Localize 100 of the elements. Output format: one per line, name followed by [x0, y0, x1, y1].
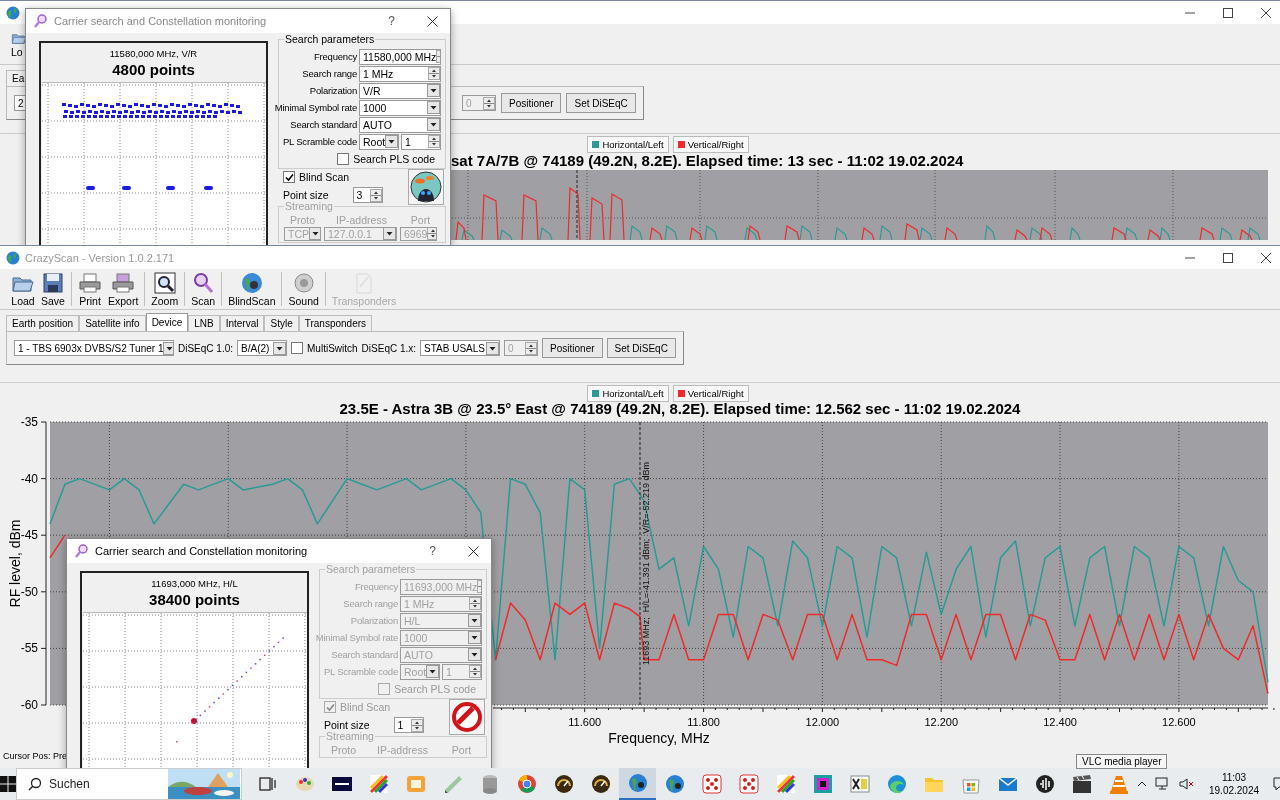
spin-arrows-icon — [469, 597, 481, 611]
spreadsheet-icon — [848, 773, 871, 795]
field-label: Frequency — [354, 581, 398, 593]
toolbar-button[interactable]: Sound — [285, 271, 322, 307]
globe-icon — [663, 773, 686, 795]
close-icon[interactable] — [427, 15, 438, 27]
checkbox[interactable]: Blind Scan — [283, 171, 383, 183]
stop-button[interactable] — [449, 699, 485, 735]
dropdown[interactable]: Root — [359, 133, 399, 150]
globe-icon — [239, 271, 264, 295]
field-label: Search standard — [331, 649, 398, 661]
toolbar-button[interactable]: Export — [105, 271, 142, 307]
clapperboard-icon — [1070, 773, 1093, 795]
dropdown-arrow-icon — [383, 227, 396, 240]
column-header: IP-address — [376, 743, 429, 756]
dropdown[interactable]: STAB USALS — [420, 340, 501, 356]
spin-field[interactable]: 1 MHz — [359, 65, 441, 82]
spin-field[interactable]: 1 — [401, 133, 441, 150]
group-title: Search parameters — [325, 563, 417, 575]
field-label: Frequency — [313, 51, 357, 63]
dropdown[interactable]: AUTO — [359, 116, 441, 133]
field-label: Minimal Symbol rate — [274, 102, 357, 114]
field-label: DiSEqC 1.0: — [178, 342, 234, 354]
tooltip: VLC media player — [1076, 754, 1168, 769]
checkmark-icon — [325, 702, 335, 712]
push-button[interactable]: Set DiSEqC — [566, 93, 636, 113]
blind-scan-button[interactable] — [408, 169, 444, 205]
magnifier-icon — [152, 271, 177, 295]
search-icon — [28, 777, 42, 791]
windows-logo-icon[interactable] — [0, 776, 16, 792]
push-button[interactable]: Set DiSEqC — [606, 338, 676, 358]
legend-item[interactable]: Horizontal/Left — [587, 385, 669, 402]
dropdown-arrow-icon — [163, 341, 173, 355]
axis-title: RF level, dBm — [7, 519, 23, 608]
toolbar-button[interactable]: Print — [75, 271, 105, 307]
status-text: Cursor Pos: Pre — [2, 751, 68, 761]
gauge-icon — [552, 773, 575, 795]
checkbox[interactable]: Search PLS code — [337, 152, 435, 165]
clock[interactable]: 11:03 19.02.2024 — [1209, 771, 1260, 797]
rainbow-icon — [367, 773, 390, 795]
spin-field[interactable]: 3 — [352, 187, 383, 203]
tab[interactable]: Interval — [219, 315, 265, 331]
maximize-icon[interactable] — [1222, 251, 1234, 264]
legend-item[interactable]: Vertical/Right — [672, 385, 749, 402]
spin-arrows-icon — [428, 67, 440, 81]
points-count: 4800 points — [112, 61, 195, 78]
dropdown[interactable]: 1 - TBS 6903x DVBS/S2 Tuner 1 — [14, 340, 174, 356]
dialog-title: Carrier search and Constellation monitoring — [95, 545, 308, 557]
tab[interactable]: Satellite info — [79, 315, 146, 331]
chart-title: sat 7A/7B @ 74189 (49.2N, 8.2E). Elapsed time: 13 sec - 11:02 19.02.2024 — [451, 152, 964, 170]
checkbox[interactable]: MultiSwitch — [291, 342, 358, 354]
field-label: Search standard — [290, 119, 357, 131]
checkmark-icon — [284, 172, 294, 182]
tick-label: -50 — [20, 584, 38, 599]
spin-arrows-icon — [483, 96, 495, 110]
toolbar-button[interactable]: Load — [8, 271, 38, 307]
push-button[interactable]: Positioner — [501, 93, 562, 113]
tick-label: 11.800 — [687, 716, 720, 728]
magnifier-icon — [34, 14, 48, 28]
push-button[interactable]: Positioner — [542, 338, 603, 358]
legend-item[interactable]: Vertical/Right — [672, 136, 749, 153]
legend-label: Horizontal/Left — [602, 388, 664, 399]
spin-arrows-icon — [469, 665, 481, 679]
toolbar-button[interactable]: Scan — [188, 271, 219, 307]
toolbar-button[interactable]: BlindScan — [225, 271, 279, 307]
toolbar-button[interactable]: Zoom — [148, 271, 182, 307]
window-title: CrazyScan - Version 1.0.2.171 — [25, 251, 175, 264]
globe-icon — [6, 250, 20, 265]
column-header: Port — [409, 213, 432, 226]
help-button[interactable]: ? — [388, 14, 395, 28]
tick-label: 11.600 — [568, 716, 602, 728]
tab[interactable]: Style — [264, 315, 299, 331]
spin-arrows-icon — [410, 718, 423, 732]
field-label: PL Scramble code — [323, 666, 398, 678]
close-icon[interactable] — [1260, 251, 1272, 264]
tab[interactable]: Device — [145, 313, 189, 331]
gauge-icon — [589, 773, 612, 795]
legend-item[interactable]: Horizontal/Left — [587, 136, 669, 153]
close-icon[interactable] — [1260, 6, 1272, 19]
speaker-muted-icon[interactable] — [1179, 777, 1195, 791]
toolbar-button[interactable]: Save — [38, 271, 68, 307]
printer-icon — [78, 271, 102, 295]
close-icon[interactable] — [468, 545, 479, 557]
spin-field[interactable]: 11580,000 MHz — [359, 48, 441, 65]
group-title: Search parameters — [284, 33, 376, 45]
dropdown[interactable]: V/R — [359, 82, 441, 99]
chevron-up-icon[interactable] — [1137, 779, 1147, 789]
network-icon[interactable] — [1155, 777, 1171, 791]
taskbar-button[interactable] — [619, 768, 656, 800]
dice-icon — [700, 773, 723, 795]
tab[interactable]: Transponders — [298, 315, 373, 331]
tick-label: -55 — [20, 641, 38, 656]
dropdown[interactable]: 1000 — [359, 99, 441, 116]
dropdown[interactable]: B/A(2) — [237, 340, 288, 356]
tick-label: -60 — [20, 698, 38, 712]
maximize-icon[interactable] — [1222, 6, 1234, 19]
tick-label: 12.400 — [1043, 716, 1077, 728]
tab[interactable]: Earth position — [6, 315, 80, 331]
tab[interactable]: LNB — [188, 315, 220, 331]
globe-icon — [626, 772, 649, 794]
